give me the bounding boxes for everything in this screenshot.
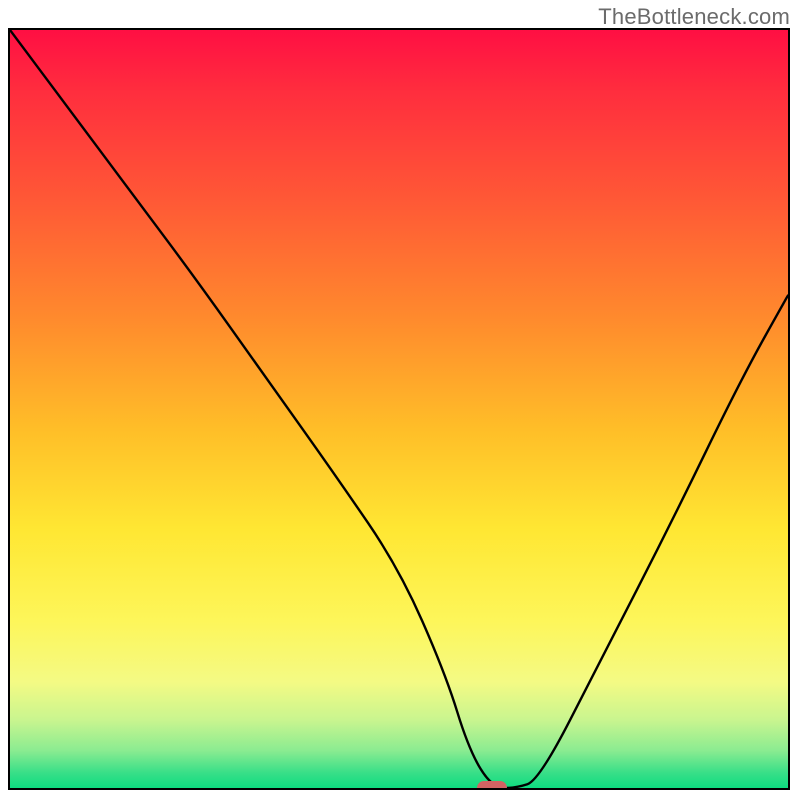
watermark-text: TheBottleneck.com <box>598 4 790 30</box>
chart-frame <box>8 28 790 790</box>
bottleneck-curve <box>10 30 788 788</box>
optimal-marker <box>477 781 507 790</box>
chart-stage: TheBottleneck.com <box>0 0 800 800</box>
